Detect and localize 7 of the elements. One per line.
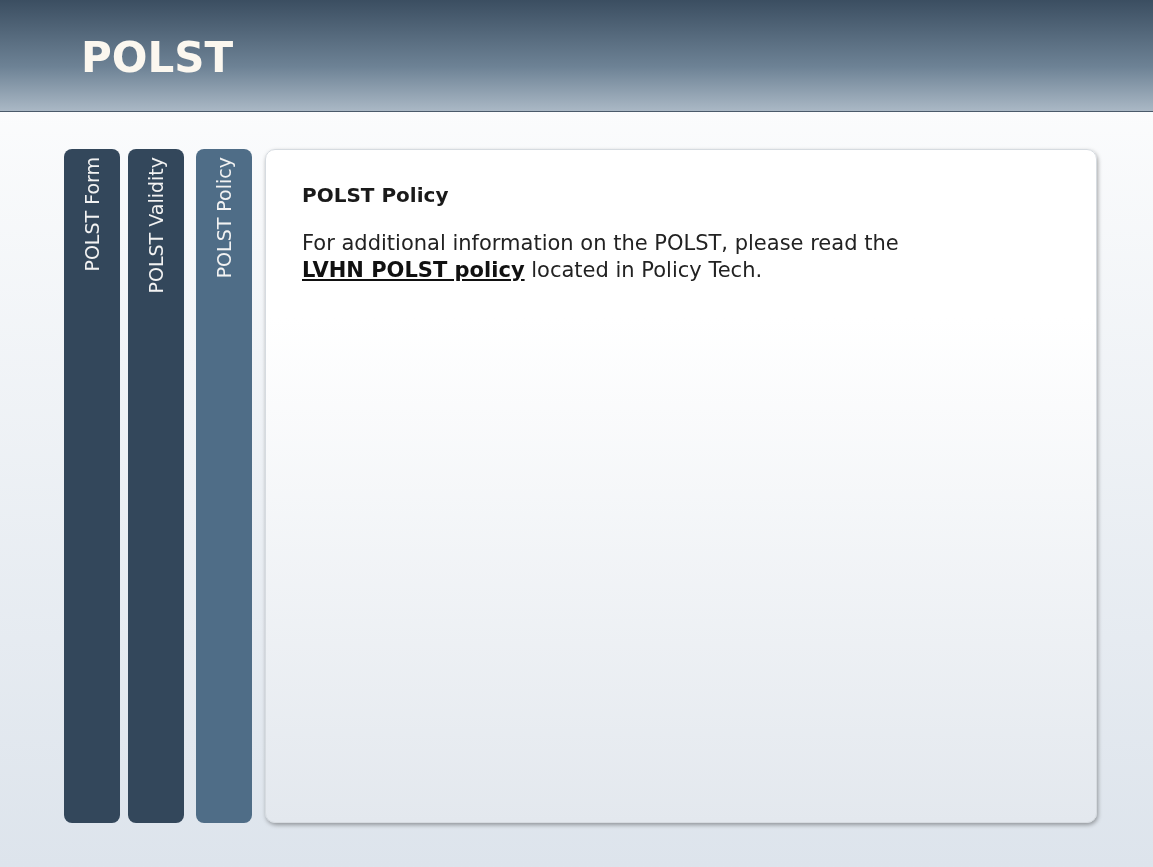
section-heading: POLST Policy xyxy=(302,182,450,209)
info-paragraph: For additional information on the POLST, please read the LVHN POLST policy located in Policy Tech. xyxy=(302,230,900,285)
page-title: POLST xyxy=(81,32,235,79)
side-tab[interactable]: POLST Validity xyxy=(128,149,184,823)
policy-link[interactable]: LVHN POLST policy xyxy=(302,258,525,283)
side-tab[interactable]: POLST Form xyxy=(64,149,120,823)
side-tab[interactable]: POLST Policy xyxy=(196,149,252,823)
